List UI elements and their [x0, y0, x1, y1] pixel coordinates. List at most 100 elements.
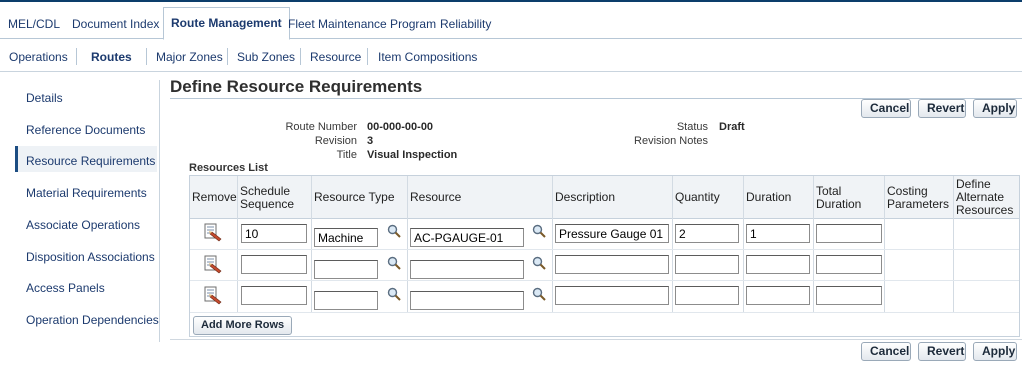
description-input[interactable]	[555, 286, 669, 305]
quantity-input[interactable]	[675, 224, 739, 243]
apply-button[interactable]: Apply	[973, 342, 1017, 361]
col-total-duration: Total Duration	[816, 183, 862, 211]
side-nav-divider	[159, 80, 160, 342]
subnav-routes[interactable]: Routes	[91, 49, 132, 65]
cancel-button[interactable]: Cancel	[861, 342, 911, 361]
column-divider	[953, 176, 954, 312]
duration-input[interactable]	[746, 224, 810, 243]
resource-input[interactable]	[410, 260, 524, 279]
col-remove: Remove	[192, 190, 237, 204]
revision-value: 3	[367, 135, 374, 147]
quantity-input[interactable]	[675, 286, 739, 305]
subnav-major-zones[interactable]: Major Zones	[156, 49, 223, 65]
column-divider	[813, 176, 814, 312]
remove-row-icon[interactable]	[202, 254, 224, 274]
resource-input[interactable]	[410, 228, 524, 247]
side-item-associate-operations[interactable]: Associate Operations	[26, 217, 140, 233]
column-divider	[311, 176, 312, 312]
row-divider	[190, 249, 1019, 250]
subnav-resource[interactable]: Resource	[310, 49, 361, 65]
side-item-access-panels[interactable]: Access Panels	[26, 280, 105, 296]
side-item-operation-dependencies[interactable]: Operation Dependencies	[26, 312, 159, 328]
page-title: Define Resource Requirements	[170, 77, 423, 96]
subnav-divider	[300, 48, 301, 65]
col-resource-type: Resource Type	[314, 190, 395, 204]
resources-table: Remove Schedule Sequence Resource Type Re…	[189, 175, 1020, 337]
remove-row-icon[interactable]	[202, 222, 224, 242]
top-brand-line	[0, 0, 1022, 2]
sub-navigation: Operations Routes Major Zones Sub Zones …	[0, 40, 1022, 72]
row-divider	[190, 280, 1019, 281]
col-define-alternate-resources: Define Alternate Resources	[956, 177, 1014, 217]
route-number-label: Route Number	[285, 121, 357, 133]
total-duration-input[interactable]	[816, 286, 882, 305]
search-icon[interactable]	[387, 287, 401, 301]
total-duration-input[interactable]	[816, 224, 882, 243]
total-duration-input[interactable]	[816, 255, 882, 274]
search-icon[interactable]	[387, 256, 401, 270]
col-duration: Duration	[746, 190, 792, 204]
row-divider	[190, 312, 1019, 313]
subnav-operations[interactable]: Operations	[9, 49, 68, 65]
search-icon[interactable]	[532, 287, 546, 301]
side-item-disposition-associations[interactable]: Disposition Associations	[26, 249, 155, 265]
apply-button[interactable]: Apply	[973, 99, 1017, 118]
schedule-sequence-input[interactable]	[241, 255, 307, 274]
schedule-sequence-input[interactable]	[241, 286, 307, 305]
title-value: Visual Inspection	[367, 149, 458, 161]
table-header: Remove Schedule Sequence Resource Type Re…	[190, 176, 1019, 219]
col-description: Description	[555, 190, 616, 204]
column-divider	[407, 176, 408, 312]
subnav-item-compositions[interactable]: Item Compositions	[378, 49, 477, 65]
resource-type-input[interactable]	[314, 291, 378, 310]
col-schedule-sequence: Schedule Sequence	[240, 183, 295, 211]
resource-input[interactable]	[410, 291, 524, 310]
resource-type-input[interactable]	[314, 228, 378, 247]
tab-route-management[interactable]: Route Management	[163, 7, 290, 40]
tab-document-index[interactable]: Document Index	[65, 10, 166, 38]
side-item-reference-documents[interactable]: Reference Documents	[26, 122, 145, 138]
col-quantity: Quantity	[675, 190, 720, 204]
route-number-value: 00-000-00-00	[367, 121, 434, 133]
duration-input[interactable]	[746, 286, 810, 305]
side-nav-selected-bar	[15, 146, 18, 172]
description-input[interactable]	[555, 255, 669, 274]
revision-label: Revision	[314, 135, 357, 147]
duration-input[interactable]	[746, 255, 810, 274]
quantity-input[interactable]	[675, 255, 739, 274]
side-item-material-requirements[interactable]: Material Requirements	[26, 185, 147, 201]
search-icon[interactable]	[532, 224, 546, 238]
status-label: Status	[676, 121, 708, 133]
add-more-rows-button[interactable]: Add More Rows	[193, 316, 293, 335]
revert-button[interactable]: Revert	[918, 99, 966, 118]
column-divider	[743, 176, 744, 312]
tab-fleet-maintenance-program[interactable]: Fleet Maintenance Program	[281, 10, 443, 38]
title-label: Title	[336, 149, 357, 161]
column-divider	[672, 176, 673, 312]
col-costing-parameters: Costing Parameters	[887, 183, 950, 211]
subnav-divider	[146, 48, 147, 65]
side-item-resource-requirements[interactable]: Resource Requirements	[26, 153, 155, 169]
primary-tabs: MEL/CDL Document Index Route Management …	[0, 4, 1022, 40]
description-input[interactable]	[555, 224, 669, 243]
tab-mel-cdl[interactable]: MEL/CDL	[1, 10, 67, 38]
subnav-sub-zones[interactable]: Sub Zones	[237, 49, 295, 65]
column-divider	[552, 176, 553, 312]
column-divider	[884, 176, 885, 312]
schedule-sequence-input[interactable]	[241, 224, 307, 243]
subnav-divider	[76, 48, 77, 65]
subnav-divider	[227, 48, 228, 65]
status-value: Draft	[719, 121, 745, 133]
search-icon[interactable]	[387, 224, 401, 238]
tab-reliability[interactable]: Reliability	[433, 10, 498, 38]
search-icon[interactable]	[532, 256, 546, 270]
revision-notes-label: Revision Notes	[634, 135, 708, 147]
revert-button[interactable]: Revert	[918, 342, 966, 361]
bottom-divider	[170, 339, 1022, 340]
resources-list-heading: Resources List	[189, 162, 268, 174]
remove-row-icon[interactable]	[202, 285, 224, 305]
resource-type-input[interactable]	[314, 260, 378, 279]
cancel-button[interactable]: Cancel	[861, 99, 911, 118]
column-divider	[237, 176, 238, 312]
side-item-details[interactable]: Details	[26, 90, 63, 106]
